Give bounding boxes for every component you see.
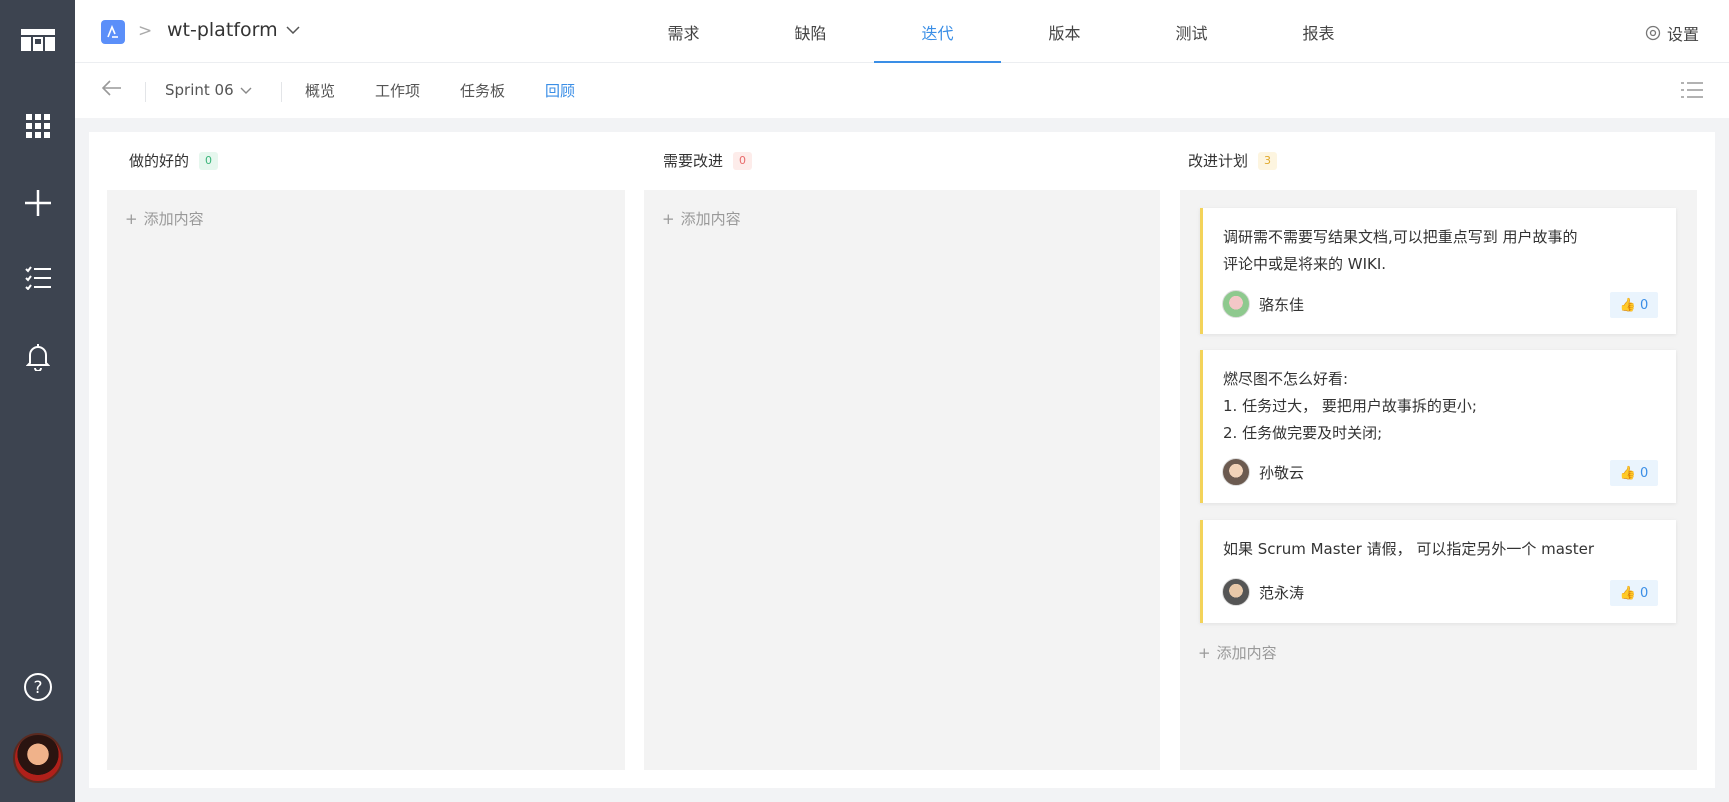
add-content-label: 添加内容 [1216, 644, 1277, 662]
project-switcher[interactable]: wt-platform [167, 19, 300, 41]
card-author: 孙敬云 [1222, 458, 1304, 486]
avatar [1222, 578, 1250, 606]
subtab-overview[interactable]: 概览 [285, 63, 355, 118]
like-count: 0 [1639, 465, 1649, 481]
retro-card[interactable]: 燃尽图不怎么好看: 1. 任务过大， 要把用户故事拆的更小; 2. 任务做完要及… [1200, 350, 1676, 503]
card-text: 如果 Scrum Master 请假， 可以指定另外一个 master [1223, 540, 1595, 558]
add-content-label: 添加内容 [143, 210, 204, 228]
sub-toolbar: Sprint 06 概览 工作项 任务板 回顾 [75, 63, 1729, 118]
list-view-icon[interactable] [1681, 81, 1703, 103]
plus-icon[interactable] [0, 183, 75, 223]
divider [281, 82, 282, 102]
like-count: 0 [1639, 585, 1649, 601]
avatar [1222, 458, 1250, 486]
column-title: 需要改进 [663, 152, 724, 170]
count-badge: 0 [199, 151, 219, 170]
user-avatar[interactable] [13, 733, 63, 783]
column-action-plan: 调研需不需要写结果文档,可以把重点写到 用户故事的 评论中或是将来的 WIKI.… [1180, 190, 1697, 770]
author-name: 孙敬云 [1259, 463, 1305, 482]
add-content-button[interactable]: + 添加内容 [662, 208, 741, 229]
tab-testing[interactable]: 测试 [1128, 0, 1255, 63]
like-count: 0 [1639, 297, 1649, 313]
tab-iterations[interactable]: 迭代 [874, 0, 1001, 63]
sprint-selector[interactable]: Sprint 06 [165, 81, 252, 99]
plus-icon: + [662, 209, 675, 228]
tab-versions[interactable]: 版本 [1001, 0, 1128, 63]
count-badge: 0 [733, 151, 753, 170]
settings-label: 设置 [1666, 25, 1699, 44]
card-text: 燃尽图不怎么好看: 1. 任务过大， 要把用户故事拆的更小; 2. 任务做完要及… [1223, 370, 1477, 442]
like-button[interactable]: 👍 0 [1610, 580, 1658, 606]
divider [145, 82, 146, 102]
thumbs-up-icon: 👍 [1619, 297, 1636, 313]
svg-text:?: ? [33, 678, 42, 698]
bell-icon[interactable] [0, 337, 75, 377]
retro-card[interactable]: 调研需不需要写结果文档,可以把重点写到 用户故事的 评论中或是将来的 WIKI.… [1200, 208, 1676, 334]
author-name: 范永涛 [1259, 583, 1305, 602]
top-header: > wt-platform 需求 缺陷 迭代 版本 测试 报表 设置 [75, 0, 1729, 63]
retrospective-board: 做的好的 0 + 添加内容 需要改进 0 + 添加内容 改进计划 3 调研需不需… [89, 132, 1715, 788]
tab-reports[interactable]: 报表 [1255, 0, 1382, 63]
column-went-well: + 添加内容 [107, 190, 625, 770]
checklist-icon[interactable] [0, 258, 75, 298]
column-title: 改进计划 [1188, 152, 1249, 170]
count-badge: 3 [1258, 151, 1278, 170]
add-content-button[interactable]: + 添加内容 [125, 208, 204, 229]
left-sidebar: ? [0, 0, 75, 802]
subtab-retrospective[interactable]: 回顾 [525, 63, 595, 118]
breadcrumb-chevron-icon: > [138, 21, 153, 41]
avatar [1222, 290, 1250, 318]
column-title: 做的好的 [129, 152, 190, 170]
card-text: 调研需不需要写结果文档,可以把重点写到 用户故事的 评论中或是将来的 WIKI. [1223, 228, 1578, 273]
retro-card[interactable]: 如果 Scrum Master 请假， 可以指定另外一个 master 范永涛 … [1200, 520, 1676, 623]
subtab-work-items[interactable]: 工作项 [355, 63, 440, 118]
like-button[interactable]: 👍 0 [1610, 460, 1658, 486]
column-header-action-plan: 改进计划 3 [1188, 150, 1278, 171]
project-name: wt-platform [167, 19, 278, 41]
chevron-down-icon [286, 26, 300, 34]
add-content-label: 添加内容 [680, 210, 741, 228]
plus-icon: + [1198, 643, 1211, 662]
help-icon[interactable]: ? [0, 667, 75, 707]
tab-defects[interactable]: 缺陷 [747, 0, 874, 63]
project-logo-icon[interactable] [101, 20, 125, 44]
column-header-to-improve: 需要改进 0 [663, 150, 753, 171]
author-name: 骆东佳 [1259, 295, 1305, 314]
plus-icon: + [125, 209, 138, 228]
thumbs-up-icon: 👍 [1619, 465, 1636, 481]
card-author: 骆东佳 [1222, 290, 1304, 318]
gear-icon [1645, 25, 1661, 41]
apps-grid-icon[interactable] [0, 106, 75, 146]
like-button[interactable]: 👍 0 [1610, 292, 1658, 318]
board-logo-icon[interactable] [0, 20, 75, 60]
column-header-went-well: 做的好的 0 [129, 150, 219, 171]
top-nav: 需求 缺陷 迭代 版本 测试 报表 [620, 0, 1382, 63]
back-arrow-icon[interactable] [101, 80, 122, 100]
sprint-subtabs: 概览 工作项 任务板 回顾 [285, 63, 595, 118]
sprint-name: Sprint 06 [165, 81, 234, 99]
settings-button[interactable]: 设置 [1645, 21, 1699, 45]
thumbs-up-icon: 👍 [1619, 585, 1636, 601]
column-to-improve: + 添加内容 [644, 190, 1160, 770]
add-content-button[interactable]: + 添加内容 [1198, 642, 1277, 663]
card-author: 范永涛 [1222, 578, 1304, 606]
tab-requirements[interactable]: 需求 [620, 0, 747, 63]
chevron-down-icon [240, 87, 252, 94]
subtab-task-board[interactable]: 任务板 [440, 63, 525, 118]
